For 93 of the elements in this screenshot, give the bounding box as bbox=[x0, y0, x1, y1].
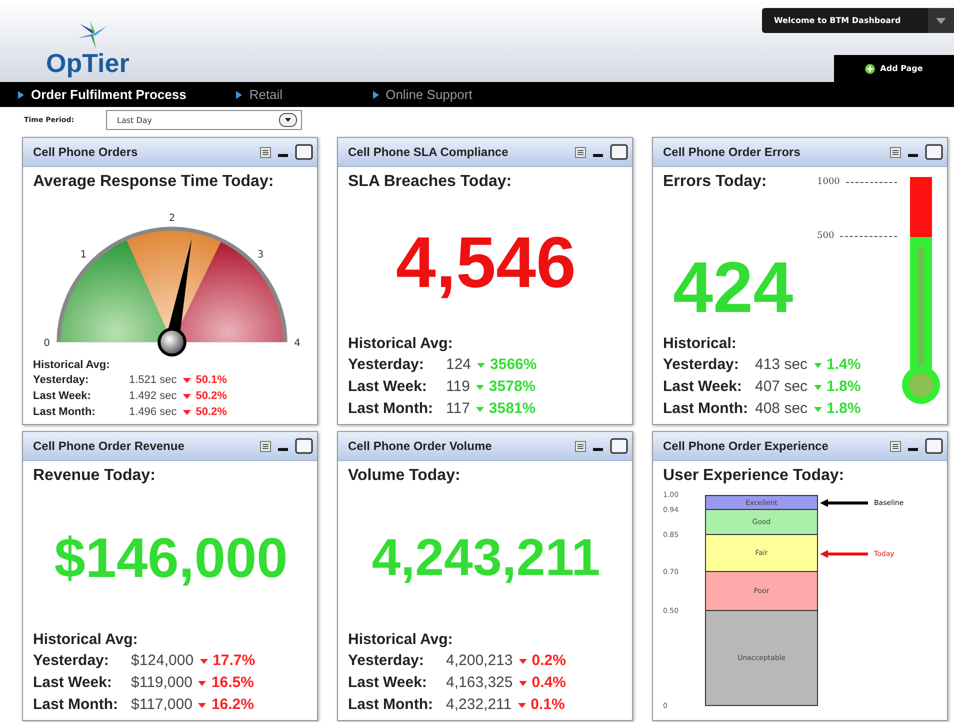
widget-heading: SLA Breaches Today: bbox=[348, 173, 513, 191]
widget-title: Cell Phone Order Volume bbox=[348, 439, 492, 453]
history-title: Historical Avg: bbox=[33, 630, 139, 650]
period-value: 4,163,325 bbox=[446, 673, 513, 693]
period-value: 1.492 sec bbox=[129, 389, 177, 404]
maximize-icon[interactable] bbox=[925, 438, 943, 454]
welcome-dropdown[interactable]: Welcome to BTM Dashboard bbox=[762, 8, 954, 33]
change-percent: 1.8% bbox=[826, 377, 861, 397]
period-label: Last Month: bbox=[33, 695, 119, 715]
dropdown-icon bbox=[279, 113, 297, 127]
widget-title: Cell Phone Orders bbox=[33, 145, 138, 159]
period-label: Last Week: bbox=[33, 673, 113, 693]
change-percent: 1.8% bbox=[826, 399, 861, 419]
widget-heading: Volume Today: bbox=[348, 467, 462, 485]
period-value: 124 bbox=[446, 355, 472, 375]
period-value: 4,200,213 bbox=[446, 651, 513, 671]
maximize-icon[interactable] bbox=[610, 438, 628, 454]
metric-value: $146,000 bbox=[54, 530, 288, 586]
period-label: Last Month: bbox=[348, 399, 434, 419]
change-percent: 50.2% bbox=[196, 389, 227, 404]
triangle-icon bbox=[236, 90, 242, 98]
nav-tab[interactable]: Online Support bbox=[362, 82, 482, 107]
logo-text: OpTier bbox=[46, 50, 130, 76]
change-percent: 16.2% bbox=[211, 695, 254, 715]
period-label: Yesterday: bbox=[348, 651, 425, 671]
nav-tab[interactable]: Retail bbox=[226, 82, 293, 107]
period-value: 413 sec bbox=[755, 355, 808, 375]
menu-icon[interactable] bbox=[890, 440, 901, 452]
widget-title: Cell Phone SLA Compliance bbox=[348, 145, 508, 159]
add-page-button[interactable]: Add Page bbox=[834, 55, 954, 82]
change-percent: 50.1% bbox=[196, 373, 227, 388]
widget-heading: Errors Today: bbox=[663, 173, 767, 191]
period-label: Yesterday: bbox=[663, 355, 740, 375]
period-label: Last Week: bbox=[348, 377, 428, 397]
widget-heading: Average Response Time Today: bbox=[33, 173, 275, 191]
widget-title: Cell Phone Order Errors bbox=[663, 145, 800, 159]
period-value: 408 sec bbox=[755, 399, 808, 419]
menu-icon[interactable] bbox=[575, 146, 586, 158]
triangle-icon bbox=[18, 90, 24, 98]
change-percent: 3581% bbox=[488, 399, 536, 419]
change-percent: 0.1% bbox=[530, 695, 565, 715]
history-title: Historical Avg: bbox=[348, 630, 454, 650]
period-value: 1.521 sec bbox=[129, 373, 177, 388]
metric-value: 424 bbox=[673, 252, 794, 324]
change-percent: 3578% bbox=[488, 377, 536, 397]
period-label: Yesterday: bbox=[33, 373, 90, 388]
period-label: Last Month: bbox=[663, 399, 749, 419]
widget-title: Cell Phone Order Experience bbox=[663, 439, 828, 453]
period-value: $119,000 bbox=[131, 673, 192, 693]
maximize-icon[interactable] bbox=[610, 144, 628, 160]
scale-label: 500 bbox=[817, 231, 834, 241]
period-value: 1.496 sec bbox=[129, 405, 177, 420]
period-label: Last Month: bbox=[348, 695, 434, 715]
widget-heading: User Experience Today: bbox=[663, 467, 846, 485]
scale-label: 1000 bbox=[817, 177, 840, 187]
triangle-icon bbox=[372, 90, 379, 98]
period-label: Last Week: bbox=[663, 377, 743, 397]
change-percent: 0.4% bbox=[532, 673, 566, 693]
plus-circle-icon bbox=[865, 64, 876, 74]
maximize-icon[interactable] bbox=[295, 438, 313, 454]
menu-icon[interactable] bbox=[575, 440, 586, 452]
maximize-icon[interactable] bbox=[925, 144, 943, 160]
period-value: $124,000 bbox=[131, 651, 194, 671]
menu-icon[interactable] bbox=[260, 440, 271, 452]
menu-icon[interactable] bbox=[890, 146, 901, 158]
period-value: $117,000 bbox=[131, 695, 192, 715]
history-title: Historical Avg: bbox=[33, 358, 111, 372]
change-percent: 50.2% bbox=[196, 405, 227, 420]
metric-value: 4,546 bbox=[396, 226, 576, 298]
period-label: Last Week: bbox=[348, 673, 428, 693]
period-label: Last Month: bbox=[33, 405, 96, 420]
change-percent: 16.5% bbox=[211, 673, 254, 693]
period-value: 119 bbox=[446, 377, 470, 397]
change-percent: 0.2% bbox=[532, 651, 566, 671]
nav-tab[interactable]: Order Fulfilment Process bbox=[8, 82, 226, 107]
menu-icon[interactable] bbox=[260, 146, 271, 158]
period-label: Yesterday: bbox=[33, 651, 110, 671]
change-percent: 1.4% bbox=[826, 355, 861, 375]
history-title: Historical Avg: bbox=[348, 334, 454, 354]
period-label: Last Week: bbox=[33, 389, 92, 404]
metric-value: 4,243,211 bbox=[372, 532, 600, 584]
history-title: Historical: bbox=[663, 334, 738, 354]
time-period-select[interactable]: Last Day bbox=[106, 110, 302, 130]
widget-heading: Revenue Today: bbox=[33, 467, 156, 485]
change-percent: 3566% bbox=[490, 355, 537, 375]
change-percent: 17.7% bbox=[212, 651, 256, 671]
widget-title: Cell Phone Order Revenue bbox=[33, 439, 184, 453]
period-value: 4,232,211 bbox=[446, 695, 512, 715]
maximize-icon[interactable] bbox=[295, 144, 313, 160]
caret-down-icon bbox=[936, 18, 946, 24]
period-label: Yesterday: bbox=[348, 355, 425, 375]
period-value: 117 bbox=[446, 399, 470, 419]
period-value: 407 sec bbox=[755, 377, 808, 397]
